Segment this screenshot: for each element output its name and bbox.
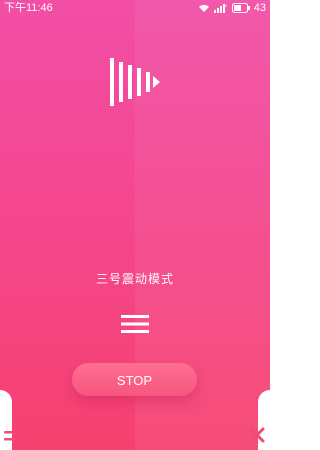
- status-icons: ll 43: [198, 0, 266, 16]
- stop-button[interactable]: STOP: [72, 363, 197, 396]
- battery-icon: [231, 3, 250, 13]
- wifi-icon: [198, 3, 210, 13]
- vibration-logo-icon: [108, 58, 162, 106]
- app-screen: 下午11:46 ll 43 三号震动模式 STOP: [0, 0, 270, 450]
- status-bar: 下午11:46 ll 43: [0, 0, 270, 16]
- battery-level: 43: [253, 2, 266, 14]
- vibration-mode-label: 三号震动模式: [95, 272, 174, 286]
- menu-icon[interactable]: [4, 428, 20, 442]
- status-time: 下午11:46: [4, 2, 53, 14]
- hamburger-menu-icon[interactable]: [121, 314, 149, 334]
- signal-icon: ll: [213, 3, 228, 13]
- close-icon[interactable]: [248, 426, 266, 444]
- svg-text:ll: ll: [225, 3, 227, 8]
